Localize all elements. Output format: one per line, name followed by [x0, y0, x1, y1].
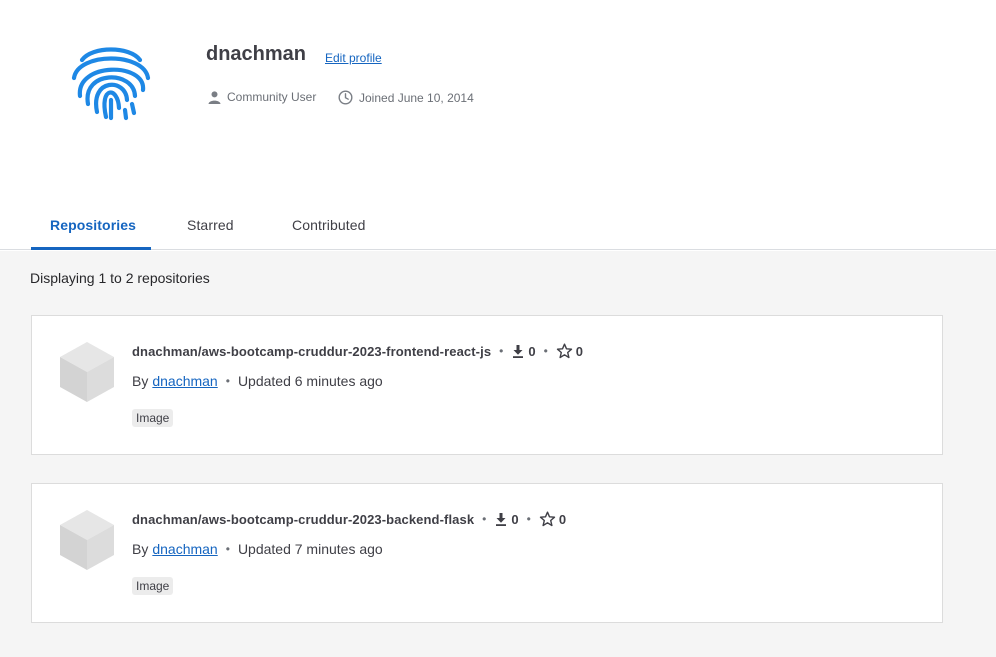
user-icon: [208, 90, 221, 104]
download-count-value: 0: [528, 343, 536, 359]
profile-joined: Joined June 10, 2014: [338, 90, 474, 105]
tab-starred[interactable]: Starred: [187, 217, 234, 233]
tab-contributed[interactable]: Contributed: [292, 217, 365, 233]
download-count: 0: [494, 511, 519, 527]
separator-dot: •: [526, 512, 531, 526]
image-badge: Image: [132, 409, 174, 427]
updated-time: Updated 7 minutes ago: [237, 541, 383, 557]
by-label: By: [132, 541, 149, 557]
tab-repositories[interactable]: Repositories: [50, 217, 136, 233]
download-count-value: 0: [511, 511, 519, 527]
separator-dot: •: [543, 344, 548, 358]
updated-time: Updated 6 minutes ago: [237, 373, 383, 389]
clock-icon: [338, 90, 353, 105]
profile-username: dnachman: [206, 43, 307, 65]
profile-role-label: Community User: [227, 90, 317, 104]
star-count: 0: [556, 343, 583, 359]
repository-card[interactable]: dnachman/aws-bootcamp-cruddur-2023-backe…: [31, 483, 943, 623]
star-icon: [556, 343, 572, 359]
repository-list: Displaying 1 to 2 repositories dnachman/…: [0, 251, 996, 657]
repository-card[interactable]: dnachman/aws-bootcamp-cruddur-2023-front…: [31, 315, 943, 455]
cube-icon: [60, 510, 114, 570]
cube-icon: [60, 342, 114, 402]
download-count: 0: [511, 343, 536, 359]
separator-dot: •: [482, 512, 487, 526]
separator-dot: •: [225, 542, 230, 556]
download-icon: [513, 344, 524, 358]
repository-title-line: dnachman/aws-bootcamp-cruddur-2023-backe…: [132, 511, 566, 527]
star-count-value: 0: [575, 343, 584, 359]
profile-joined-label: Joined June 10, 2014: [359, 90, 474, 105]
repository-count: Displaying 1 to 2 repositories: [30, 270, 210, 286]
image-badge: Image: [132, 577, 174, 595]
star-count: 0: [539, 511, 566, 527]
owner-link[interactable]: dnachman: [152, 541, 217, 557]
fingerprint-icon: [71, 47, 151, 121]
repository-meta: By dnachman • Updated 6 minutes ago: [132, 373, 383, 389]
download-icon: [496, 512, 507, 526]
separator-dot: •: [225, 374, 230, 388]
by-label: By: [132, 373, 149, 389]
profile-tabs: Repositories Starred Contributed: [0, 200, 996, 250]
owner-link[interactable]: dnachman: [152, 373, 217, 389]
star-count-value: 0: [558, 511, 567, 527]
repository-title-line: dnachman/aws-bootcamp-cruddur-2023-front…: [132, 343, 583, 359]
edit-profile-link[interactable]: Edit profile: [325, 51, 382, 65]
repository-name[interactable]: dnachman/aws-bootcamp-cruddur-2023-front…: [132, 344, 491, 359]
repository-name[interactable]: dnachman/aws-bootcamp-cruddur-2023-backe…: [132, 512, 474, 527]
profile-role: Community User: [208, 90, 316, 104]
star-icon: [539, 511, 556, 527]
repository-meta: By dnachman • Updated 7 minutes ago: [132, 541, 383, 557]
active-tab-indicator: [31, 247, 151, 250]
separator-dot: •: [499, 344, 504, 358]
